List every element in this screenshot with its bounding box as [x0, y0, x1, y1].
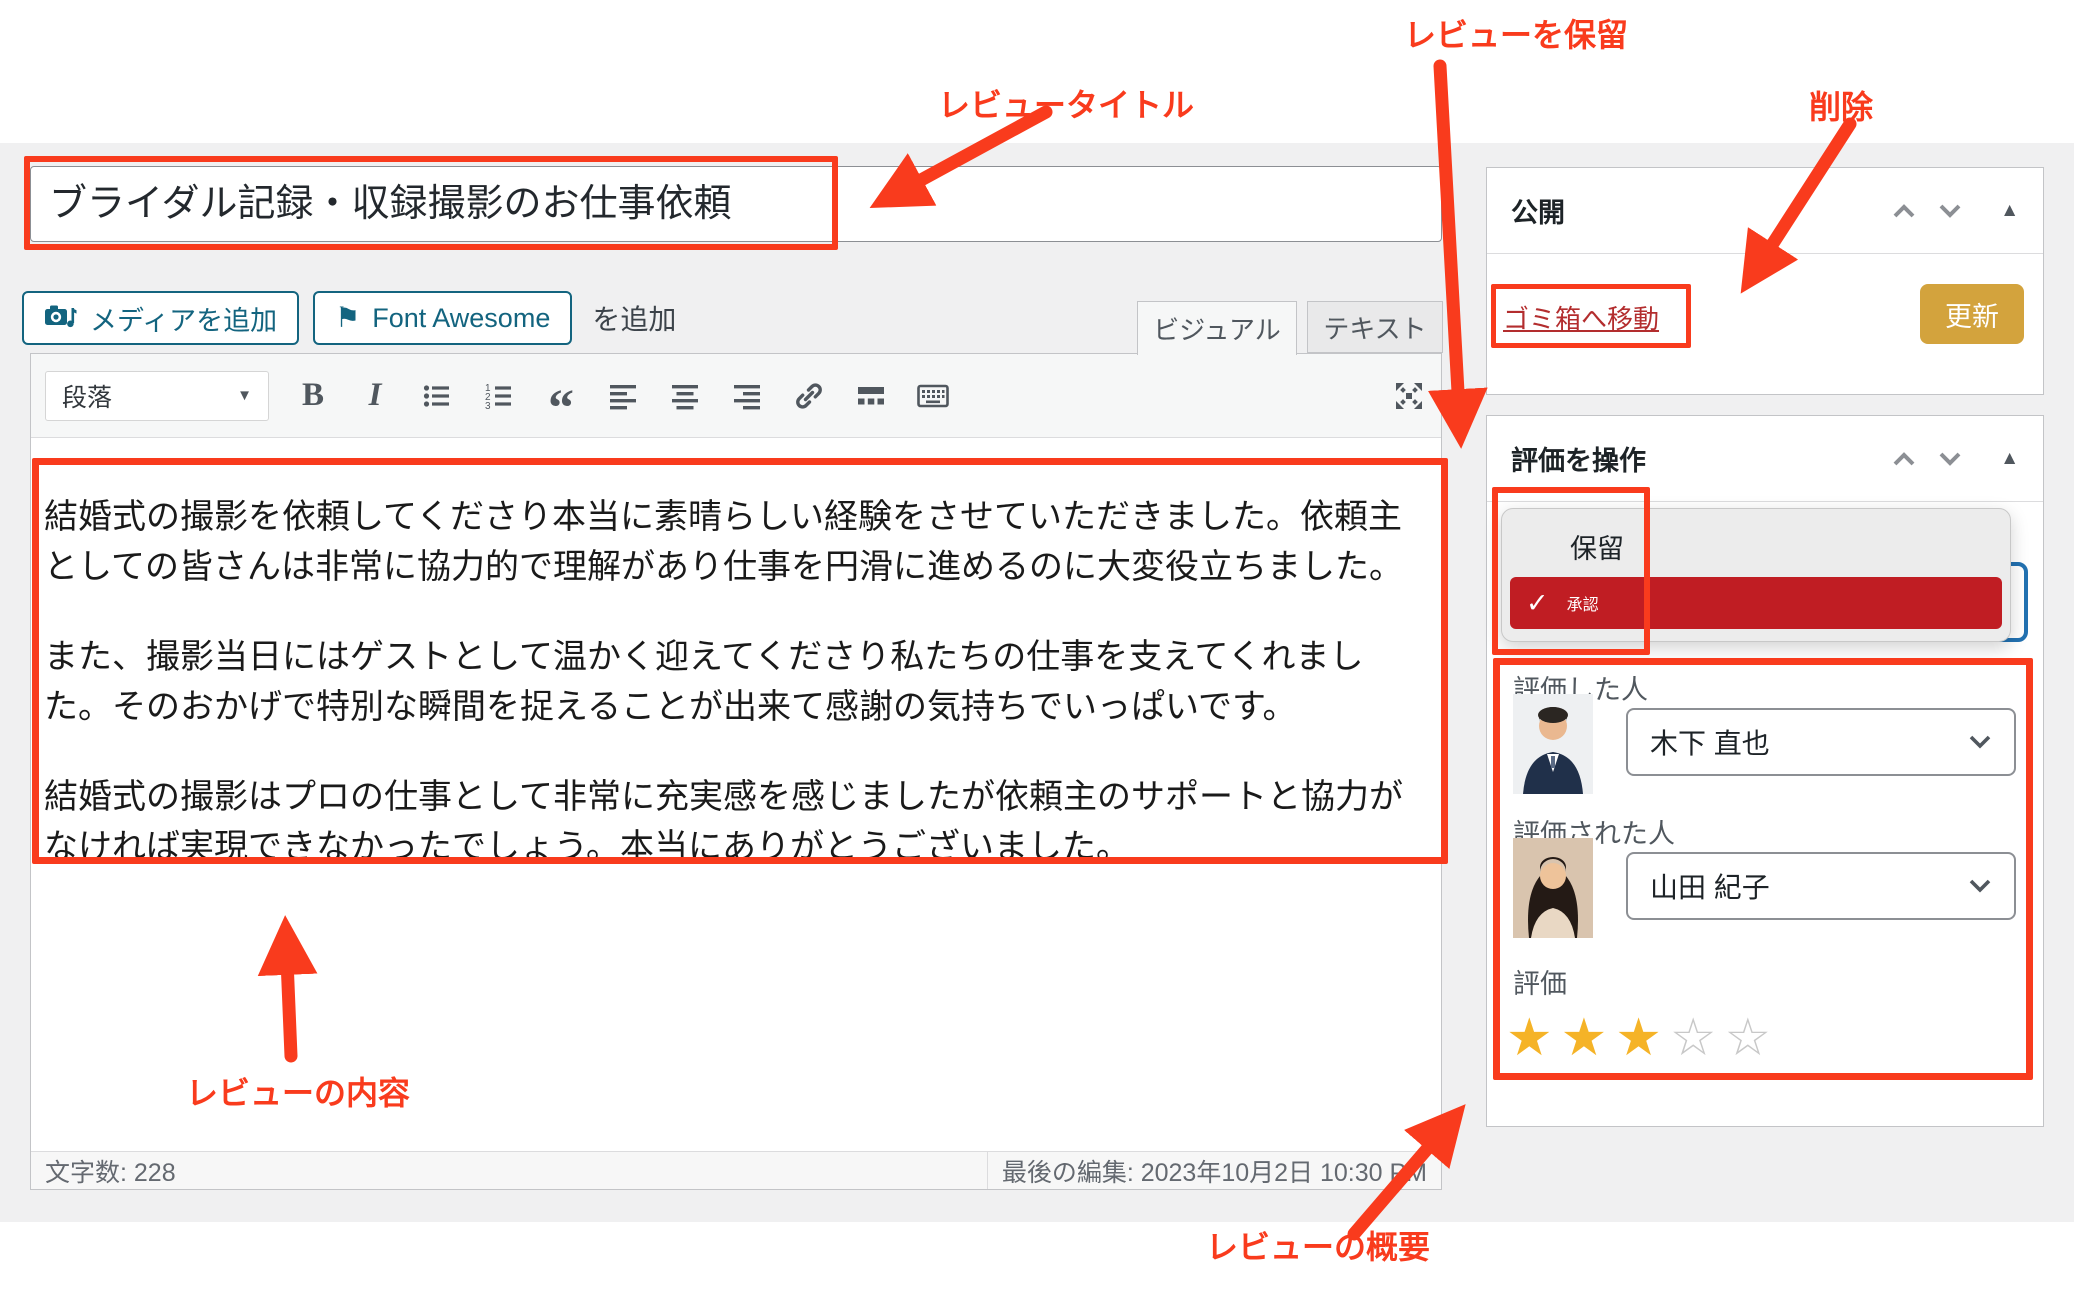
rating-action-panel-header[interactable]: 評価を操作 ▲	[1487, 416, 2043, 502]
paragraph-format-select[interactable]: 段落 ▼	[45, 371, 269, 421]
review-paragraph: また、撮影当日にはゲストとして温かく迎えてくださり私たちの仕事を支えてくれました…	[44, 633, 1428, 733]
move-up-icon[interactable]	[1892, 203, 1916, 219]
checkmark-icon: ✓	[1526, 588, 1549, 619]
publish-panel-header[interactable]: 公開 ▲	[1487, 168, 2043, 254]
star-empty-icon[interactable]: ☆	[1725, 1009, 1780, 1067]
star-empty-icon[interactable]: ☆	[1670, 1009, 1725, 1067]
editor-frame: 段落 ▼ B I 1 2 3 “	[30, 353, 1442, 1190]
media-buttons-row: メディアを追加 ⚑ Font Awesome を追加	[22, 291, 676, 345]
bulleted-list-icon[interactable]	[419, 376, 455, 416]
publish-panel: 公開 ▲	[1486, 167, 2044, 395]
tab-text[interactable]: テキスト	[1307, 301, 1443, 353]
svg-text:3: 3	[485, 401, 491, 411]
status-dropdown-menu: 保留 ✓ 承認	[1501, 508, 2011, 642]
paragraph-format-value: 段落	[62, 378, 112, 414]
collapse-toggle-icon[interactable]: ▲	[2000, 448, 2019, 470]
annotation-review-title: レビュータイトル	[938, 80, 1194, 126]
blockquote-icon[interactable]: “	[543, 376, 579, 416]
bold-icon[interactable]: B	[295, 376, 331, 416]
font-awesome-button[interactable]: ⚑ Font Awesome	[313, 291, 572, 345]
review-title-input[interactable]: ブライダル記録・収録撮影のお仕事依頼	[30, 166, 1442, 242]
panel-controls: ▲	[1892, 200, 2019, 222]
annotation-review-summary: レビューの概要	[1206, 1222, 1430, 1268]
editor-status-bar: 文字数: 228 最後の編集: 2023年10月2日 10:30 PM	[31, 1151, 1441, 1189]
chevron-down-icon	[1968, 878, 1992, 894]
review-paragraph: 結婚式の撮影を依頼してくださり本当に素晴らしい経験をさせていただきました。依頼主…	[44, 493, 1428, 593]
dropdown-option-hold[interactable]: 保留	[1502, 523, 2010, 569]
move-down-icon[interactable]	[1938, 203, 1962, 219]
star-filled-icon[interactable]: ★	[1506, 1009, 1561, 1067]
last-edited: 最後の編集: 2023年10月2日 10:30 PM	[987, 1152, 1441, 1189]
editor-toolbar: 段落 ▼ B I 1 2 3 “	[31, 354, 1441, 438]
font-awesome-label: Font Awesome	[372, 303, 550, 334]
annotation-delete: 削除	[1809, 82, 1873, 128]
update-button[interactable]: 更新	[1920, 284, 2024, 344]
chevron-down-icon	[1968, 734, 1992, 750]
rater-name: 木下 直也	[1650, 722, 1770, 762]
move-down-icon[interactable]	[1938, 451, 1962, 467]
read-more-icon[interactable]	[853, 376, 889, 416]
move-to-trash-link[interactable]: ゴミ箱へ移動	[1503, 299, 1659, 336]
numbered-list-icon[interactable]: 1 2 3	[481, 376, 517, 416]
tab-visual[interactable]: ビジュアル	[1137, 301, 1297, 355]
rater-avatar	[1513, 694, 1593, 794]
publish-panel-title: 公開	[1511, 191, 1565, 230]
review-paragraph: 結婚式の撮影はプロの仕事として非常に充実感を感じましたが依頼主のサポートと協力が…	[44, 773, 1428, 873]
panel-controls: ▲	[1892, 448, 2019, 470]
rated-avatar	[1513, 838, 1593, 938]
star-filled-icon[interactable]: ★	[1561, 1009, 1616, 1067]
collapse-toggle-icon[interactable]: ▲	[2000, 200, 2019, 222]
word-count: 文字数: 228	[31, 1153, 176, 1189]
annotation-review-content: レビューの内容	[186, 1068, 410, 1114]
align-right-icon[interactable]	[729, 376, 765, 416]
rating-action-panel-title: 評価を操作	[1511, 439, 1646, 478]
annotation-hold-review: レビューを保留	[1404, 10, 1628, 56]
add-suffix-text: を追加	[592, 298, 676, 338]
align-left-icon[interactable]	[605, 376, 641, 416]
star-rating: ★★★☆☆	[1506, 1008, 1779, 1068]
camera-music-icon	[44, 300, 78, 337]
review-body-text: 結婚式の撮影を依頼してくださり本当に素晴らしい経験をさせていただきました。依頼主…	[44, 493, 1428, 913]
flag-icon: ⚑	[335, 304, 360, 332]
move-up-icon[interactable]	[1892, 451, 1916, 467]
keyboard-icon[interactable]	[915, 376, 951, 416]
italic-icon[interactable]: I	[357, 376, 393, 416]
star-filled-icon[interactable]: ★	[1615, 1009, 1670, 1067]
dropdown-option-approved-label: 承認	[1567, 591, 1599, 615]
add-media-label: メディアを追加	[90, 299, 277, 338]
wordpress-review-editor-page: ブライダル記録・収録撮影のお仕事依頼 メディアを追加 ⚑ Font Awesom…	[0, 0, 2074, 1312]
rated-select[interactable]: 山田 紀子	[1626, 852, 2016, 920]
rated-name: 山田 紀子	[1650, 866, 1770, 906]
caret-down-icon: ▼	[237, 387, 252, 404]
rating-label: 評価	[1513, 962, 1567, 1001]
fullscreen-icon[interactable]	[1391, 376, 1427, 416]
rater-select[interactable]: 木下 直也	[1626, 708, 2016, 776]
link-icon[interactable]	[791, 376, 827, 416]
align-center-icon[interactable]	[667, 376, 703, 416]
add-media-button[interactable]: メディアを追加	[22, 291, 299, 345]
editor-content-area[interactable]: 結婚式の撮影を依頼してくださり本当に素晴らしい経験をさせていただきました。依頼主…	[31, 438, 1441, 1151]
dropdown-option-approved[interactable]: ✓ 承認	[1510, 577, 2002, 629]
